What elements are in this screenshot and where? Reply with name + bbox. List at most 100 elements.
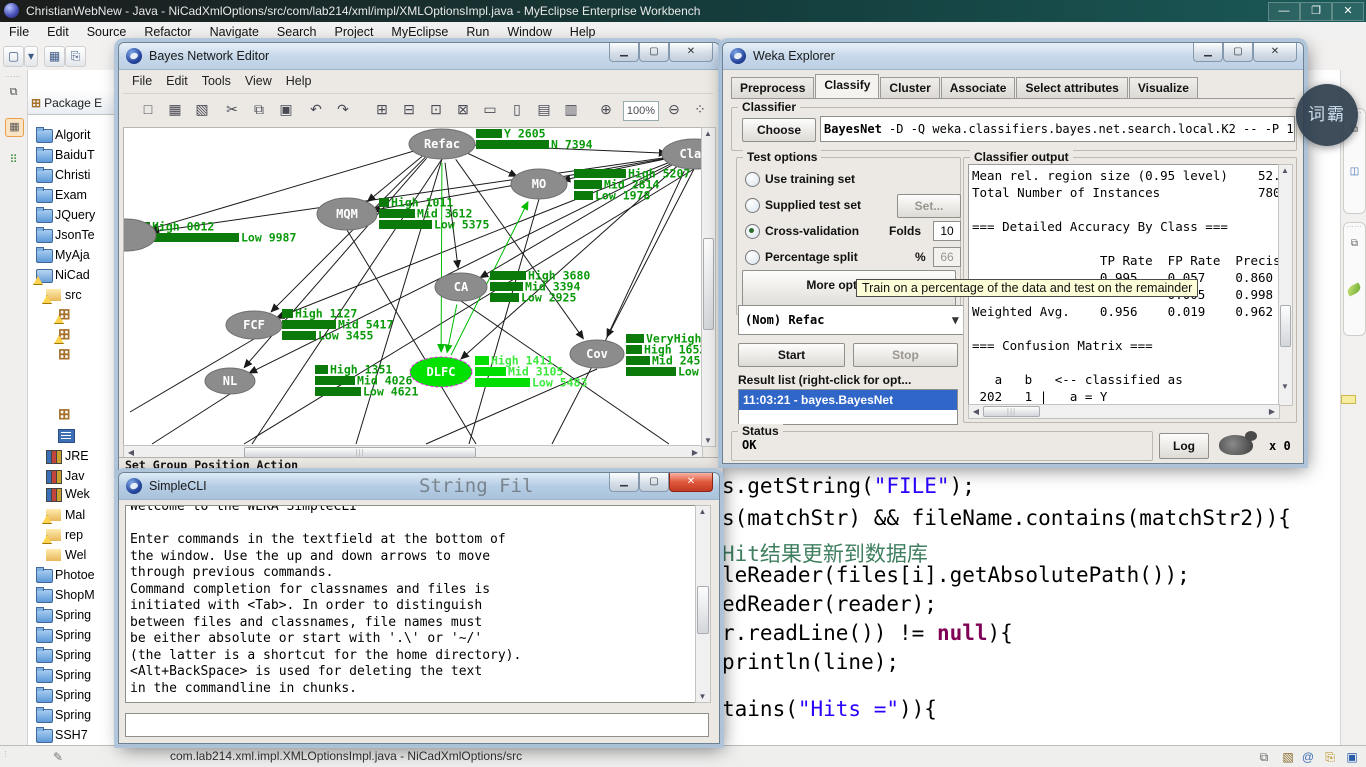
bayes-tool-icon-6[interactable]: ↶: [305, 99, 327, 121]
menu-run[interactable]: Run: [457, 22, 498, 42]
tab-visualize[interactable]: Visualize: [1129, 77, 1198, 99]
bayes-menu-edit[interactable]: Edit: [159, 71, 195, 91]
edit-task-icon[interactable]: ✎: [50, 749, 66, 765]
field-%[interactable]: 66: [933, 247, 961, 267]
menu-source[interactable]: Source: [78, 22, 136, 42]
bayes-tool-icon-9[interactable]: ⊟: [398, 99, 420, 121]
log-button[interactable]: Log: [1159, 433, 1209, 459]
cli-vertical-scrollbar[interactable]: ▲ ▼: [695, 505, 711, 703]
tree-item-mal[interactable]: Mal: [46, 507, 85, 525]
bayes-tool-icon-2[interactable]: ▧: [191, 99, 213, 121]
stop-button[interactable]: Stop: [853, 343, 958, 367]
bayes-menu-tools[interactable]: Tools: [195, 71, 238, 91]
scrollbar-thumb[interactable]: |||: [983, 406, 1040, 417]
maximize-button[interactable]: ▢: [639, 473, 669, 492]
tree-item-jre[interactable]: JRE: [46, 448, 89, 466]
outline-view-icon[interactable]: ◫: [1348, 165, 1361, 178]
dropdown-icon[interactable]: ▾: [24, 46, 38, 67]
bayes-tool-icon-3[interactable]: ✂: [221, 99, 243, 121]
weka-window-titlebar[interactable]: Weka Explorer ▁▢✕: [723, 43, 1303, 70]
result-list[interactable]: 11:03:21 - bayes.BayesNet: [738, 389, 958, 425]
close-button[interactable]: ✕: [1332, 2, 1364, 21]
tree-item-spring[interactable]: Spring: [36, 607, 91, 625]
minimize-button[interactable]: —: [1268, 2, 1300, 21]
maximize-button[interactable]: ❐: [1300, 2, 1332, 21]
package-explorer-panel[interactable]: ⊞Package E AlgoritBaiduTChristiExamJQuer…: [28, 70, 119, 745]
tab-cluster[interactable]: Cluster: [880, 77, 939, 99]
minimize-button[interactable]: ▁: [1193, 43, 1223, 62]
minimize-button[interactable]: ▁: [609, 43, 639, 62]
cli-command-input[interactable]: [125, 713, 709, 737]
tree-item[interactable]: [58, 427, 77, 445]
scroll-up-arrow[interactable]: ▲: [1280, 166, 1290, 175]
menu-edit[interactable]: Edit: [38, 22, 78, 42]
tree-item-exam[interactable]: Exam: [36, 187, 87, 205]
scroll-left-arrow[interactable]: ◀: [125, 448, 137, 457]
zoom-level-field[interactable]: 100%: [623, 101, 659, 121]
maximize-button[interactable]: ▢: [639, 43, 669, 62]
radio-percentage-split[interactable]: [745, 250, 760, 265]
tree-item-nicad[interactable]: NiCad: [36, 267, 90, 285]
close-button[interactable]: ✕: [1253, 43, 1297, 62]
bayes-menu-file[interactable]: File: [125, 71, 159, 91]
bayes-tool-icon-14[interactable]: ▤: [533, 99, 555, 121]
cli-window-titlebar[interactable]: SimpleCLI String Fil ▁▢✕: [119, 473, 719, 500]
problems-icon[interactable]: ▧: [1280, 749, 1296, 765]
print-icon[interactable]: ⎘: [65, 46, 86, 67]
tree-item-myaja[interactable]: MyAja: [36, 247, 90, 265]
tree-item-photoe[interactable]: Photoe: [36, 567, 95, 585]
bayes-tool-icon-17[interactable]: ⊖: [663, 99, 685, 121]
tab-associate[interactable]: Associate: [941, 77, 1016, 99]
minimize-button[interactable]: ▁: [609, 473, 639, 492]
radio-cross-validation[interactable]: [745, 224, 760, 239]
new-wizard-icon[interactable]: ▢: [3, 46, 24, 67]
weka-explorer-window[interactable]: Weka Explorer ▁▢✕ PreprocessClassifyClus…: [722, 42, 1304, 464]
tree-item-wel[interactable]: Wel: [46, 547, 86, 565]
tree-item-jav[interactable]: Jav: [46, 468, 84, 486]
bayes-tool-icon-8[interactable]: ⊞: [371, 99, 393, 121]
tree-item-spring[interactable]: Spring: [36, 667, 91, 685]
bayes-tool-icon-12[interactable]: ▭: [479, 99, 501, 121]
maximize-button[interactable]: ▢: [1223, 43, 1253, 62]
tree-item-spring[interactable]: Spring: [36, 687, 91, 705]
leaf-icon[interactable]: [1346, 282, 1362, 296]
vertical-scrollbar[interactable]: ▲ ▼: [701, 127, 716, 447]
chevron-down-icon[interactable]: ▼: [952, 306, 959, 334]
scroll-up-arrow[interactable]: ▲: [697, 507, 708, 516]
field-folds[interactable]: 10: [933, 221, 961, 241]
menu-myeclipse[interactable]: MyEclipse: [382, 22, 457, 42]
class-attribute-combo[interactable]: (Nom) Refac ▼: [738, 305, 964, 335]
tree-item-rep[interactable]: rep: [46, 527, 83, 545]
tree-item-algorit[interactable]: Algorit: [36, 127, 90, 145]
menu-search[interactable]: Search: [268, 22, 326, 42]
scroll-down-arrow[interactable]: ▼: [1280, 382, 1290, 391]
cli-output-area[interactable]: Welcome to the WEKA SimpleCLI Enter comm…: [125, 505, 697, 703]
scroll-right-arrow[interactable]: ▶: [689, 448, 701, 457]
tree-item-src[interactable]: src: [46, 287, 82, 305]
bayes-tool-icon-16[interactable]: ⊕: [595, 99, 617, 121]
bayes-network-canvas[interactable]: Y 2605N 7394High 5207Mid 2814Low 1978Hig…: [123, 127, 703, 447]
bayes-menu-view[interactable]: View: [238, 71, 279, 91]
bayes-tool-icon-11[interactable]: ⊠: [452, 99, 474, 121]
menu-refactor[interactable]: Refactor: [135, 22, 200, 42]
bayes-tool-icon-18[interactable]: ⁘: [689, 99, 711, 121]
bayes-tool-icon-0[interactable]: □: [137, 99, 159, 121]
simplecli-window[interactable]: SimpleCLI String Fil ▁▢✕ Welcome to the …: [118, 472, 720, 744]
bayes-network-editor-window[interactable]: Bayes Network Editor ▁▢✕ FileEditToolsVi…: [118, 42, 720, 474]
bayes-window-titlebar[interactable]: Bayes Network Editor ▁▢✕: [119, 43, 719, 70]
scroll-down-arrow[interactable]: ▼: [703, 436, 713, 445]
bayes-tool-icon-13[interactable]: ▯: [506, 99, 528, 121]
tab-classify[interactable]: Classify: [815, 74, 879, 99]
menu-project[interactable]: Project: [326, 22, 383, 42]
close-button[interactable]: ✕: [669, 473, 713, 492]
word-widget[interactable]: 词霸: [1296, 84, 1358, 146]
package-explorer-view-icon[interactable]: ▦: [5, 118, 24, 137]
scroll-left-arrow[interactable]: ◀: [970, 407, 982, 416]
result-list-item[interactable]: 11:03:21 - bayes.BayesNet: [739, 390, 957, 410]
tree-item-jquery[interactable]: JQuery: [36, 207, 95, 225]
bayes-tool-icon-15[interactable]: ▥: [560, 99, 582, 121]
menu-file[interactable]: File: [0, 22, 38, 42]
tab-preprocess[interactable]: Preprocess: [731, 77, 814, 99]
type-hierarchy-view-icon[interactable]: ⠿: [5, 152, 22, 169]
scrollbar-thumb[interactable]: [703, 238, 714, 330]
